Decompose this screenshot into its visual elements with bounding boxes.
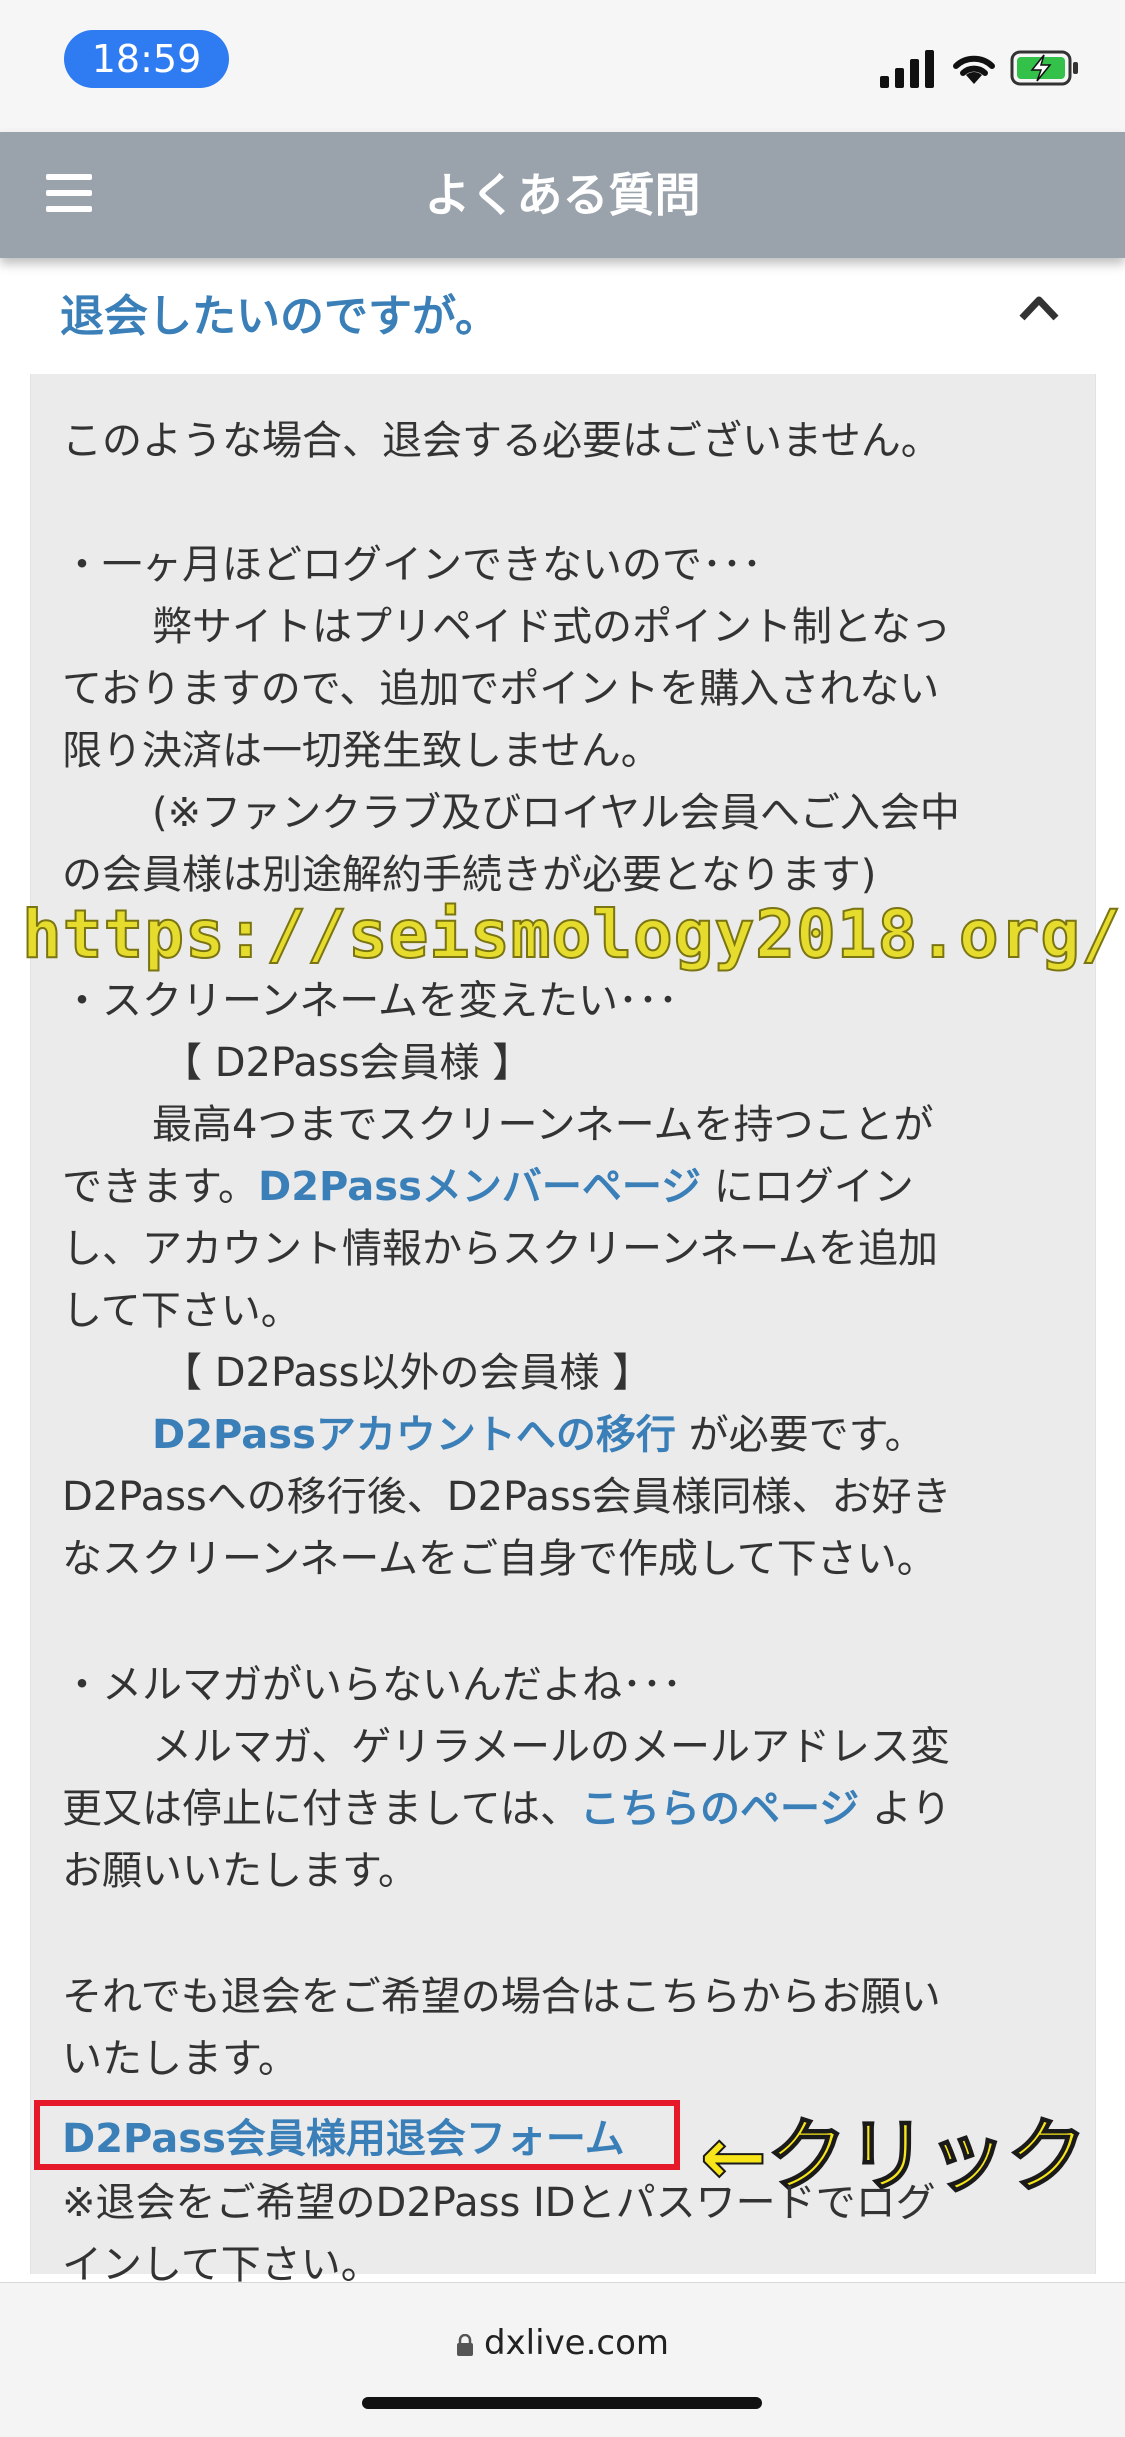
answer-text: が必要です。 <box>675 1412 925 1458</box>
answer-text: 限り決済は一切発生致しません。 <box>62 728 661 774</box>
status-time: 18:59 <box>64 30 229 88</box>
mailmag-heading: ・メルマガがいらないんだよね･･･ <box>62 1662 682 1708</box>
answer-text: 最高4つまでスクリーンネームを持つことが <box>152 1102 934 1148</box>
url-text: dxlive.com <box>483 2323 670 2363</box>
non-d2pass-member-heading: 【 D2Pass以外の会員様 】 <box>162 1350 653 1396</box>
answer-text: お願いいたします。 <box>62 1848 418 1894</box>
answer-text: ておりますので、追加でポイントを購入されない <box>62 666 940 712</box>
answer-intro: このような場合、退会する必要はございません。 <box>62 418 941 464</box>
wifi-icon <box>953 55 995 84</box>
lock-icon <box>456 2334 473 2356</box>
answer-text: し、アカウント情報からスクリーンネームを追加 <box>62 1226 938 1272</box>
chevron-up-icon[interactable] <box>1018 292 1060 322</box>
answer-text-with-link: 更又は停止に付きましては、こちらのページ より <box>62 1776 951 1834</box>
answer-text-with-link: できます。D2Passメンバーページ にログイン <box>62 1154 914 1212</box>
login-heading: ・一ヶ月ほどログインできないので･･･ <box>62 542 762 588</box>
answer-text: D2Passへの移行後、D2Pass会員様同様、お好き <box>62 1474 952 1520</box>
withdraw-form-link[interactable]: D2Pass会員様用退会フォーム <box>62 2106 625 2164</box>
answer-text: して下さい。 <box>62 1288 301 1334</box>
battery-charging-icon <box>1010 50 1078 86</box>
answer-text: できます。 <box>62 1164 258 1210</box>
answer-text: (※ファンクラブ及びロイヤル会員へご入会中 <box>152 790 960 836</box>
answer-text: の会員様は別途解約手続きが必要となります) <box>62 852 877 898</box>
answer-text: メルマガ、ゲリラメールのメールアドレス変 <box>152 1724 950 1770</box>
d2pass-member-page-link[interactable]: D2Passメンバーページ <box>258 1164 701 1210</box>
browser-bottom-bar: dxlive.com <box>0 2282 1125 2437</box>
address-bar[interactable]: dxlive.com <box>0 2323 1125 2363</box>
app-header: よくある質問 <box>0 132 1125 258</box>
d2pass-migration-link[interactable]: D2Passアカウントへの移行 <box>152 1412 676 1458</box>
answer-text: 更又は停止に付きましては、 <box>62 1786 580 1832</box>
answer-text: にログイン <box>701 1164 914 1210</box>
answer-text-with-link: D2Passアカウントへの移行 が必要です。 <box>62 1402 925 1460</box>
d2pass-member-heading: 【 D2Pass会員様 】 <box>162 1040 533 1086</box>
status-bar: 18:59 <box>0 0 1125 132</box>
screen-name-heading: ・スクリーンネームを変えたい･･･ <box>62 978 678 1024</box>
answer-note: ※退会をご希望のD2Pass IDとパスワードでログ <box>62 2180 936 2226</box>
answer-text: なスクリーンネームをご自身で作成して下さい。 <box>62 1536 937 1582</box>
mail-settings-page-link[interactable]: こちらのページ <box>580 1786 859 1832</box>
cellular-signal-icon <box>880 50 934 88</box>
answer-text: それでも退会をご希望の場合はこちらからお願い <box>62 1974 941 2020</box>
answer-text: 弊サイトはプリペイド式のポイント制となっ <box>152 604 951 650</box>
answer-text: より <box>859 1786 952 1832</box>
faq-question[interactable]: 退会したいのですが。 <box>60 280 499 344</box>
answer-text: いたします。 <box>62 2036 298 2082</box>
page-title: よくある質問 <box>424 168 701 222</box>
home-indicator[interactable] <box>362 2397 762 2409</box>
watermark-url: https://seismology2018.org/ <box>21 895 1122 974</box>
